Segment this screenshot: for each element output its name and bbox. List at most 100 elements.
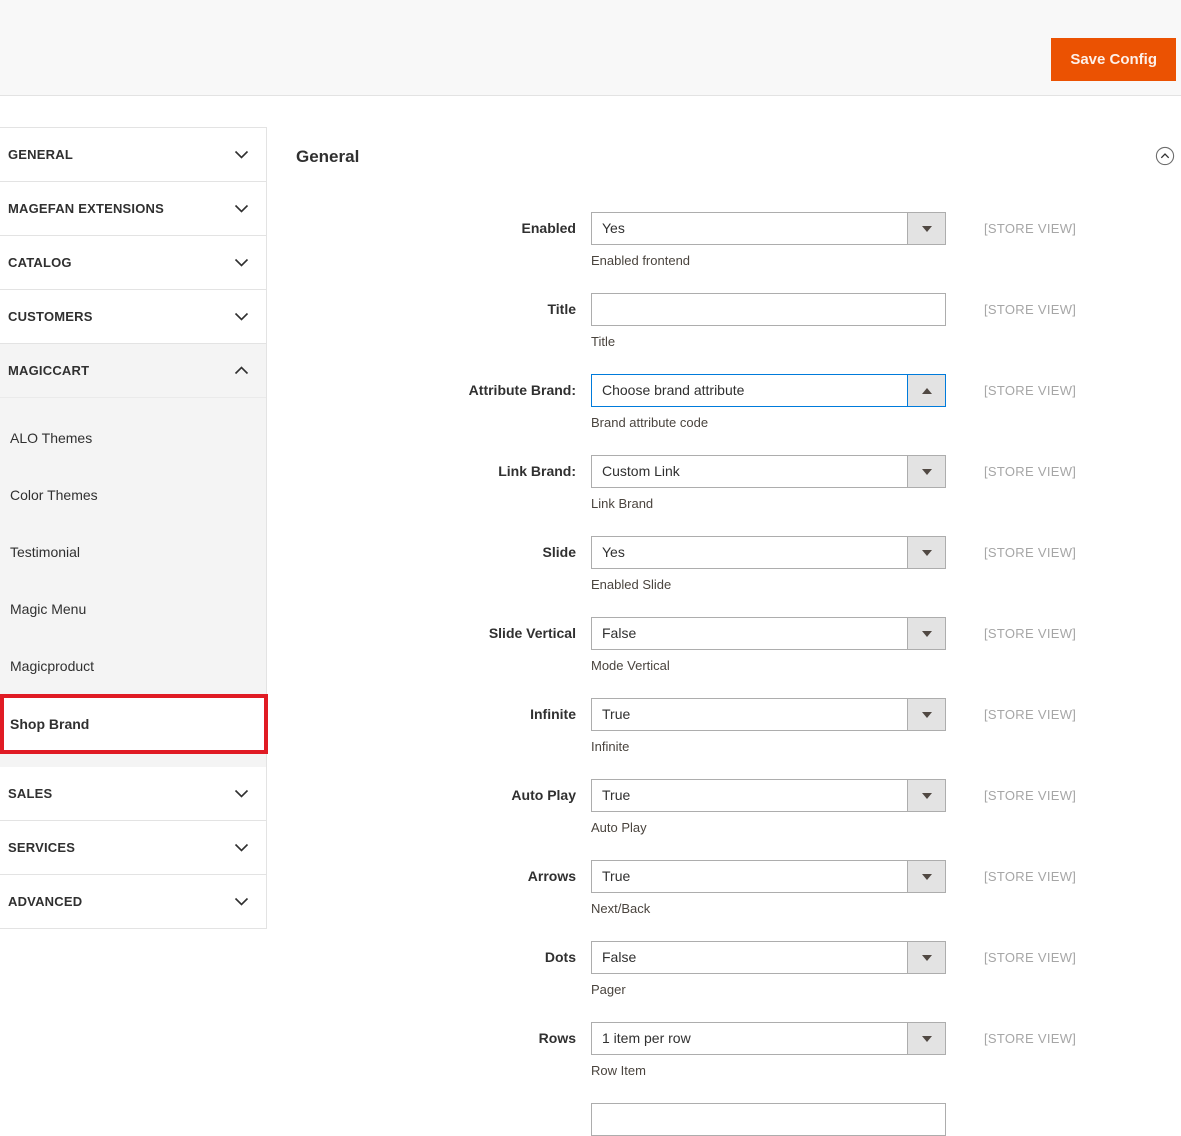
- store-view-scope: [STORE VIEW]: [984, 221, 1077, 236]
- field-label: Enabled: [521, 220, 576, 236]
- chevron-down-icon: [234, 150, 249, 159]
- select-value: Custom Link: [602, 463, 680, 479]
- select-value: 1 item per row: [602, 1030, 691, 1046]
- field-helper: Next/Back: [591, 901, 651, 916]
- field-label: Title: [547, 301, 576, 317]
- chevron-down-icon[interactable]: [907, 213, 945, 244]
- sidebar-section-label: MAGICCART: [8, 363, 90, 378]
- chevron-up-icon: [234, 366, 249, 375]
- field-helper: Link Brand: [591, 496, 654, 511]
- store-view-scope: [STORE VIEW]: [984, 1031, 1077, 1046]
- chevron-down-icon[interactable]: [907, 942, 945, 973]
- store-view-scope: [STORE VIEW]: [984, 869, 1077, 884]
- chevron-down-icon: [234, 843, 249, 852]
- field-label: Slide Vertical: [488, 625, 576, 641]
- sidebar-section-services[interactable]: SERVICES: [0, 821, 266, 875]
- chevron-down-icon[interactable]: [907, 456, 945, 487]
- field-label: Auto Play: [511, 787, 576, 803]
- sidebar-item-label: ALO Themes: [10, 429, 93, 446]
- sidebar-section-general[interactable]: GENERAL: [0, 128, 266, 182]
- store-view-scope: [STORE VIEW]: [984, 302, 1077, 317]
- sidebar-section-advanced[interactable]: ADVANCED: [0, 875, 266, 929]
- field-label: Slide: [542, 544, 576, 560]
- config-main-panel: General Enabled Yes Enabled frontend [STO…: [280, 96, 1181, 1136]
- sidebar-item-label: Testimonial: [10, 543, 81, 560]
- chevron-up-icon[interactable]: [907, 375, 945, 406]
- chevron-down-icon[interactable]: [907, 780, 945, 811]
- store-view-scope: [STORE VIEW]: [984, 464, 1077, 479]
- link-brand-select[interactable]: Custom Link: [591, 455, 946, 488]
- chevron-down-icon[interactable]: [907, 618, 945, 649]
- field-helper: Enabled frontend: [591, 253, 691, 268]
- field-column: False Pager: [591, 941, 946, 999]
- field-column: True Next/Back: [591, 860, 946, 918]
- field-row-slide-vertical: Slide Vertical False Mode Vertical [STORE…: [280, 617, 1181, 675]
- chevron-down-icon[interactable]: [907, 537, 945, 568]
- field-helper: Brand attribute code: [591, 415, 709, 430]
- sidebar-section-magefan-extensions[interactable]: MAGEFAN EXTENSIONS: [0, 182, 266, 236]
- text-input[interactable]: [591, 1103, 946, 1136]
- sidebar-item-alo-themes[interactable]: ALO Themes: [0, 409, 266, 466]
- field-column: True Auto Play: [591, 779, 946, 837]
- enabled-select[interactable]: Yes: [591, 212, 946, 245]
- store-view-scope: [STORE VIEW]: [984, 545, 1077, 560]
- select-value: Yes: [602, 544, 625, 560]
- select-value: True: [602, 868, 631, 884]
- title-text-input[interactable]: [591, 293, 946, 326]
- sidebar-item-color-themes[interactable]: Color Themes: [0, 466, 266, 523]
- sidebar-section-sales[interactable]: SALES: [0, 767, 266, 821]
- field-label: Dots: [544, 949, 576, 965]
- field-helper: Title: [591, 334, 616, 349]
- chevron-down-icon: [234, 897, 249, 906]
- select-value: True: [602, 787, 631, 803]
- chevron-down-icon: [234, 258, 249, 267]
- field-column: True Infinite: [591, 698, 946, 756]
- chevron-down-icon: [234, 204, 249, 213]
- rows-select[interactable]: 1 item per row: [591, 1022, 946, 1055]
- config-sidebar: GENERAL MAGEFAN EXTENSIONS CATALOG CUSTO…: [0, 127, 268, 929]
- dots-select[interactable]: False: [591, 941, 946, 974]
- sidebar-section-customers[interactable]: CUSTOMERS: [0, 290, 266, 344]
- sidebar-item-testimonial[interactable]: Testimonial: [0, 523, 266, 580]
- slide-vertical-select[interactable]: False: [591, 617, 946, 650]
- chevron-down-icon[interactable]: [907, 861, 945, 892]
- field-helper: Infinite: [591, 739, 630, 754]
- field-column: Yes Enabled Slide: [591, 536, 946, 594]
- chevron-down-icon: [234, 789, 249, 798]
- field-label: Arrows: [527, 868, 576, 884]
- field-helper: Enabled Slide: [591, 577, 672, 592]
- field-row-arrows: Arrows True Next/Back [STORE VIEW]: [280, 860, 1181, 918]
- select-value: Yes: [602, 220, 625, 236]
- sidebar-section-label: ADVANCED: [8, 894, 83, 909]
- sidebar-section-label: CUSTOMERS: [8, 309, 93, 324]
- sidebar-item-label: Shop Brand: [10, 716, 90, 732]
- chevron-down-icon[interactable]: [907, 699, 945, 730]
- chevron-down-icon[interactable]: [907, 1023, 945, 1054]
- sidebar-item-label: Magicproduct: [10, 657, 95, 674]
- field-column: Yes Enabled frontend: [591, 212, 946, 270]
- arrows-select[interactable]: True: [591, 860, 946, 893]
- field-row-title: Title Title [STORE VIEW]: [280, 293, 1181, 351]
- sidebar-item-magicproduct[interactable]: Magicproduct: [0, 637, 266, 694]
- sidebar-section-magiccart[interactable]: MAGICCART: [0, 344, 266, 398]
- sidebar-section-label: GENERAL: [8, 147, 73, 162]
- slide-select[interactable]: Yes: [591, 536, 946, 569]
- field-row-rows: Rows 1 item per row Row Item [STORE VIEW]: [280, 1022, 1181, 1080]
- sidebar-item-shop-brand[interactable]: Shop Brand: [0, 694, 268, 754]
- store-view-scope: [STORE VIEW]: [984, 950, 1077, 965]
- collapse-section-icon[interactable]: [1155, 146, 1175, 166]
- sidebar-section-catalog[interactable]: CATALOG: [0, 236, 266, 290]
- sidebar-section-label: SALES: [8, 786, 53, 801]
- sidebar-item-magic-menu[interactable]: Magic Menu: [0, 580, 266, 637]
- sidebar-section-label: SERVICES: [8, 840, 76, 855]
- field-column: Choose brand attribute Brand attribute co…: [591, 374, 946, 432]
- field-column: 1 item per row Row Item: [591, 1022, 946, 1080]
- infinite-select[interactable]: True: [591, 698, 946, 731]
- field-label: Attribute Brand:: [468, 382, 576, 398]
- attribute-brand-select[interactable]: Choose brand attribute: [591, 374, 946, 407]
- save-config-button[interactable]: Save Config: [1051, 38, 1176, 81]
- field-column: Title: [591, 293, 946, 351]
- auto-play-select[interactable]: True: [591, 779, 946, 812]
- field-column: False Mode Vertical: [591, 617, 946, 675]
- form-field-row: [280, 1103, 1181, 1136]
